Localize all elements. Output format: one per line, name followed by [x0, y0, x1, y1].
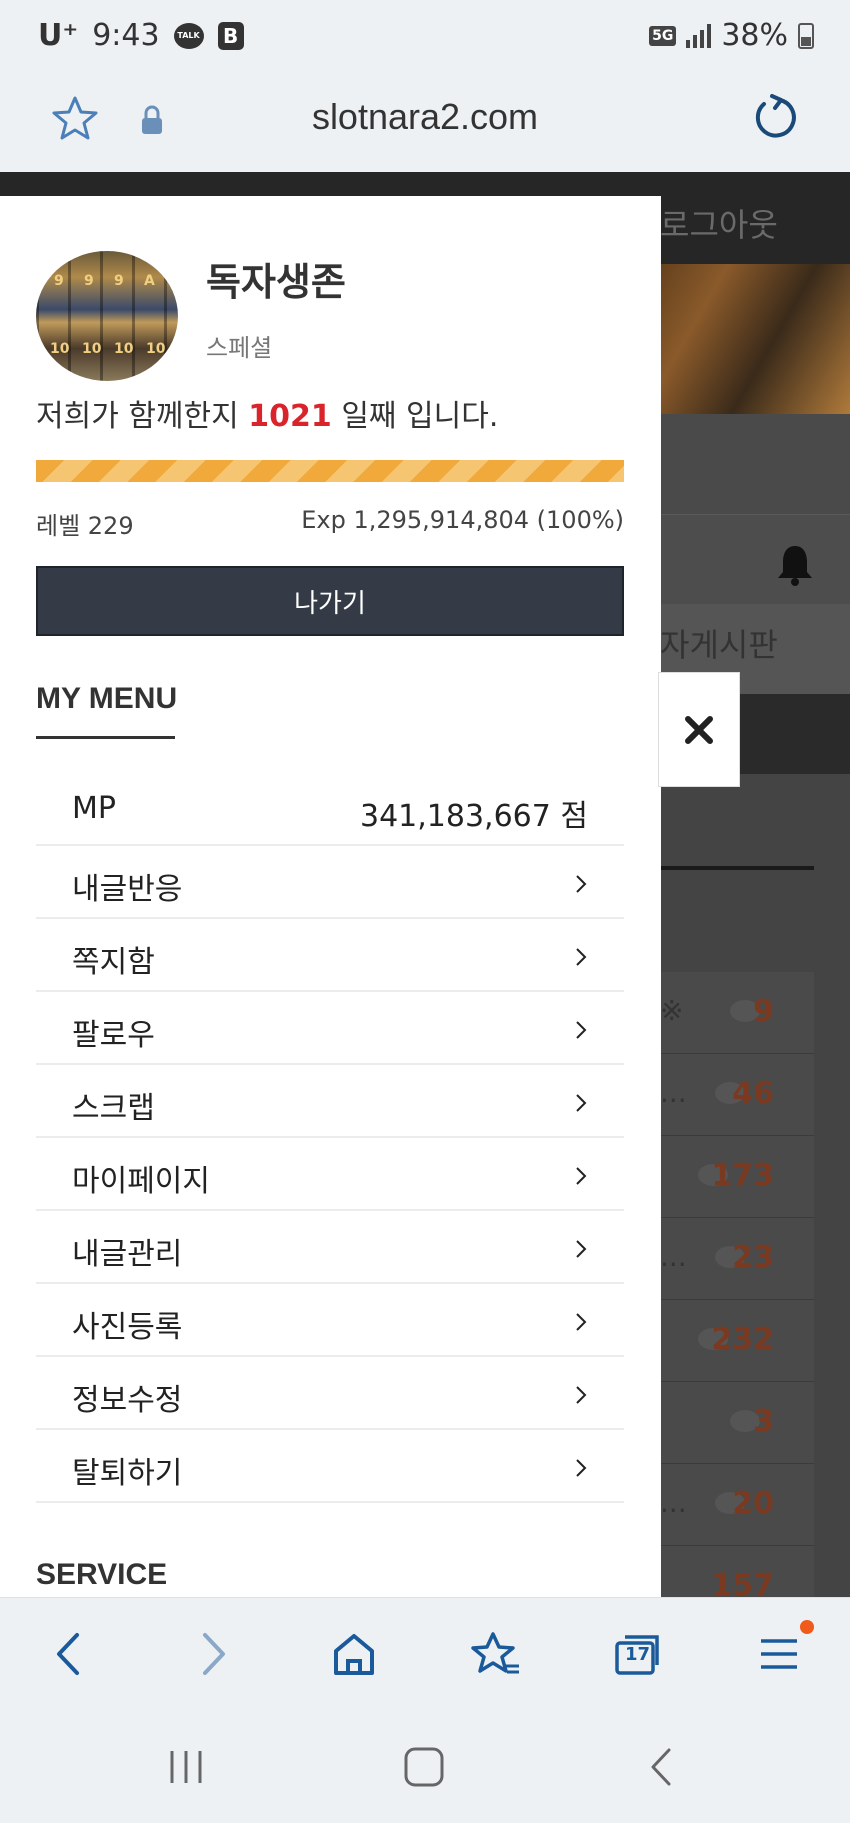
reload-icon[interactable]: [750, 92, 800, 142]
menu-item-withdraw[interactable]: 탈퇴하기: [36, 1430, 624, 1503]
bg-list-row: 232: [660, 1300, 814, 1382]
bookmarks-icon: [471, 1632, 519, 1674]
bg-banner: [640, 264, 850, 414]
menu-item-mypage[interactable]: 마이페이지: [36, 1138, 624, 1211]
menu-item-replies[interactable]: 내글반응: [36, 846, 624, 919]
url-text[interactable]: slotnara2.com: [0, 96, 850, 138]
bookmarks-button[interactable]: [466, 1626, 526, 1682]
home-button[interactable]: [324, 1626, 384, 1682]
signal-icon: [686, 23, 712, 48]
bg-list-row: ... 23: [660, 1218, 814, 1300]
together-days-text: 저희가 함께한지 1021 일째 입니다.: [36, 399, 499, 434]
bg-list-row: 173: [660, 1136, 814, 1218]
menu-icon: [761, 1639, 797, 1669]
chevron-right-icon: [576, 1167, 587, 1185]
chevron-right-icon: [576, 1459, 587, 1477]
bg-divider: [660, 866, 814, 870]
level-label: 레벨 229: [36, 512, 134, 540]
tabs-button[interactable]: 17: [608, 1626, 668, 1682]
menu-item-edit-info[interactable]: 정보수정: [36, 1357, 624, 1430]
home-system-button[interactable]: [394, 1739, 454, 1795]
mp-row: MP 341,183,667 점: [36, 773, 624, 846]
menu-item-my-posts[interactable]: 내글관리: [36, 1211, 624, 1284]
chevron-right-icon: [576, 1021, 587, 1039]
menu-item-messages[interactable]: 쪽지함: [36, 919, 624, 992]
menu-item-photo[interactable]: 사진등록: [36, 1284, 624, 1357]
system-back-button[interactable]: [632, 1739, 692, 1795]
network-5g-icon: 5G: [649, 25, 677, 46]
status-left: U⁺ 9:43 TALK B: [38, 18, 244, 53]
service-title: SERVICE: [36, 1558, 168, 1591]
bg-list-row: ... 20: [660, 1464, 814, 1546]
back-icon: [57, 1633, 79, 1675]
exp-label: Exp 1,295,914,804 (100%): [301, 506, 624, 534]
member-grade: 스페셜: [206, 334, 273, 362]
bell-icon: [778, 546, 812, 586]
carrier-label: U⁺: [38, 18, 79, 53]
url-bar: slotnara2.com: [0, 76, 850, 172]
mp-label: MP: [72, 791, 116, 826]
chevron-right-icon: [576, 1313, 587, 1331]
bg-icon-bar: [660, 514, 850, 604]
system-back-icon: [651, 1748, 671, 1786]
system-navigation-bar: [0, 1709, 850, 1823]
exit-button[interactable]: 나가기: [36, 566, 624, 636]
mp-value: 341,183,667 점: [360, 799, 588, 834]
close-icon: [685, 715, 713, 744]
battery-percent: 38%: [721, 18, 788, 53]
side-drawer: 9 9 9 A 10 10 10 10 독자생존 스페셜 저희가 함께한지 10…: [0, 196, 661, 1597]
bg-list-row: 157: [660, 1546, 814, 1597]
recents-icon: [170, 1751, 202, 1783]
back-button[interactable]: [38, 1626, 98, 1682]
my-menu-title: MY MENU: [36, 682, 178, 715]
menu-item-follow[interactable]: 팔로우: [36, 992, 624, 1065]
recents-button[interactable]: [156, 1739, 216, 1795]
close-drawer-button[interactable]: [658, 672, 740, 787]
avatar[interactable]: 9 9 9 A 10 10 10 10: [36, 251, 178, 381]
band-icon: B: [217, 21, 244, 50]
chevron-right-icon: [576, 1094, 587, 1112]
nickname: 독자생존: [206, 260, 346, 304]
status-right: 5G 38%: [649, 18, 814, 53]
status-bar: U⁺ 9:43 TALK B 5G 38%: [0, 0, 850, 76]
chevron-right-icon: [576, 948, 587, 966]
home-icon: [334, 1634, 374, 1675]
battery-icon: [798, 22, 814, 49]
browser-toolbar: 17: [0, 1597, 850, 1709]
chevron-right-icon: [576, 1240, 587, 1258]
my-menu-underline: [36, 736, 175, 739]
bg-list-row: 3: [660, 1382, 814, 1464]
exp-progress-bar: [36, 460, 624, 482]
together-days-count: 1021: [248, 399, 332, 434]
bg-logout-link: 로그아웃: [660, 206, 778, 244]
bg-list-row: ... 46: [660, 1054, 814, 1136]
bg-list-row: ※ 9: [660, 972, 814, 1054]
forward-button[interactable]: [184, 1626, 244, 1682]
status-time: 9:43: [92, 18, 160, 53]
chevron-right-icon: [576, 1386, 587, 1404]
chevron-right-icon: [576, 875, 587, 893]
home-square-icon: [404, 1747, 444, 1787]
notification-dot: [800, 1620, 814, 1634]
tabs-count: 17: [625, 1644, 651, 1665]
menu-button[interactable]: [750, 1620, 814, 1682]
menu-item-scrap[interactable]: 스크랩: [36, 1065, 624, 1138]
forward-icon: [203, 1633, 225, 1675]
bg-board-label: 자게시판: [660, 626, 778, 664]
kakaotalk-icon: TALK: [173, 22, 204, 49]
